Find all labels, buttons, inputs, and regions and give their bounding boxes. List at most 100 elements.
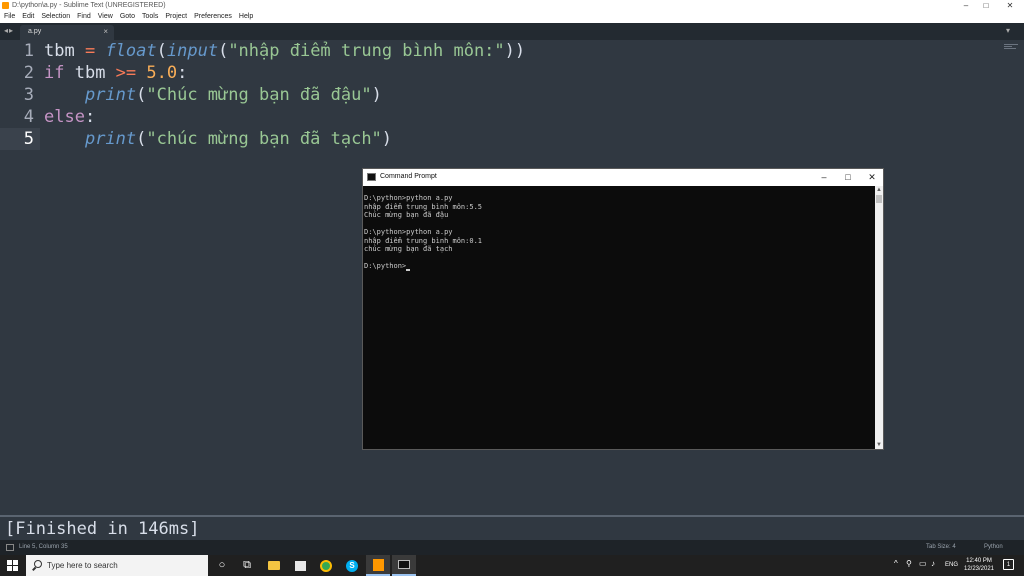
cmd-scrollbar[interactable]: ▲ ▼	[875, 186, 883, 449]
language-indicator[interactable]: ENG	[945, 562, 958, 568]
clock-time: 12:40 PM	[966, 558, 992, 564]
build-output-panel[interactable]: [Finished in 146ms]	[0, 517, 1024, 540]
token: (	[156, 41, 167, 61]
tab-a-py[interactable]: a.py ×	[20, 25, 114, 40]
maximize-button[interactable]: □	[976, 0, 996, 11]
search-placeholder: Type here to search	[47, 561, 118, 570]
scroll-down-icon[interactable]: ▼	[875, 441, 883, 449]
token: (	[136, 85, 147, 105]
task-view-icon[interactable]: ⧉	[235, 555, 259, 576]
command-prompt-window[interactable]: Command Prompt – □ ✕ D:\python>python a.…	[362, 168, 884, 450]
token: input	[166, 41, 219, 61]
windows-start-icon[interactable]	[7, 560, 18, 571]
show-hidden-icons[interactable]: ^	[894, 559, 898, 568]
file-explorer-icon[interactable]	[262, 555, 286, 576]
token: :	[177, 63, 188, 83]
token: :	[84, 107, 96, 127]
chrome-icon[interactable]	[314, 555, 338, 576]
status-bar: Line 5, Column 35 Tab Size: 4 Python	[0, 540, 1024, 555]
console-prompt-line: D:\python>	[364, 262, 874, 271]
token: else	[44, 107, 85, 127]
line-number: 2	[23, 63, 34, 83]
console-line: D:\python>python a.py	[364, 228, 453, 236]
menu-help[interactable]: Help	[239, 11, 253, 23]
token: )	[371, 85, 382, 105]
taskbar-search-box[interactable]: Type here to search	[26, 555, 208, 576]
sublime-text-taskbar-icon[interactable]	[366, 555, 390, 576]
terminal-icon	[367, 173, 376, 181]
token: print	[84, 85, 137, 105]
tab-size-selector[interactable]: Tab Size: 4	[926, 543, 956, 552]
line-number-active: 5	[0, 128, 40, 150]
syntax-selector[interactable]: Python	[984, 543, 1003, 552]
taskbar: Type here to search ○ ⧉ S ^ ⚲ ▭ ♪ ENG 12…	[0, 555, 1024, 576]
cursor-position: Line 5, Column 35	[19, 544, 68, 550]
search-icon	[34, 560, 42, 568]
token: tbm	[64, 63, 116, 83]
token: 5.0	[146, 63, 178, 83]
minimap[interactable]	[1004, 44, 1020, 50]
menu-file[interactable]: File	[4, 11, 15, 23]
volume-icon[interactable]: ♪	[931, 559, 935, 568]
token: print	[84, 129, 137, 149]
network-icon[interactable]: ⚲	[906, 559, 912, 568]
line-number: 4	[23, 107, 34, 127]
token: "nhập điểm trung bình môn:"	[228, 41, 505, 61]
console-line: D:\python>python a.py	[364, 194, 453, 202]
token: >=	[115, 63, 137, 83]
notification-center-icon[interactable]: 1	[1003, 559, 1014, 570]
menu-preferences[interactable]: Preferences	[194, 11, 232, 23]
cmd-minimize-button[interactable]: –	[815, 171, 833, 183]
token: tbm	[44, 41, 75, 61]
window-title: D:\python\a.py - Sublime Text (UNREGISTE…	[12, 2, 166, 9]
menu-edit[interactable]: Edit	[22, 11, 34, 23]
scroll-thumb[interactable]	[876, 195, 882, 203]
console-output[interactable]: D:\python>python a.py nhập điểm trung bì…	[363, 186, 875, 449]
menu-tools[interactable]: Tools	[142, 11, 158, 23]
close-button[interactable]: ✕	[1000, 0, 1020, 11]
minimize-button[interactable]: –	[956, 0, 976, 11]
code-line-1: tbm = float(input("nhập điểm trung bình …	[44, 40, 525, 62]
menu-goto[interactable]: Goto	[120, 11, 135, 23]
code-line-3: print("Chúc mừng bạn đã đậu")	[44, 84, 382, 106]
token: if	[44, 63, 65, 83]
console-line: Chúc mừng bạn đã đậu	[364, 211, 449, 219]
token: )	[381, 129, 393, 149]
token: (	[218, 41, 229, 61]
scroll-up-icon[interactable]: ▲	[875, 186, 883, 194]
panel-toggle-icon[interactable]	[6, 544, 14, 551]
token: ))	[504, 41, 526, 61]
cmd-close-button[interactable]: ✕	[863, 171, 881, 183]
token: "Chúc mừng bạn đã đậu"	[146, 85, 372, 105]
store-icon[interactable]	[288, 555, 312, 576]
cmd-title-bar[interactable]: Command Prompt – □ ✕	[363, 169, 883, 186]
taskbar-clock[interactable]: 12:40 PM 12/23/2021	[960, 557, 998, 573]
tab-nav-arrows[interactable]: ◂▸	[4, 26, 14, 35]
menu-project[interactable]: Project	[165, 11, 187, 23]
battery-icon[interactable]: ▭	[919, 559, 927, 568]
build-result-text: [Finished in 146ms]	[5, 519, 200, 539]
console-line: nhập điểm trung bình môn:0.1	[364, 236, 483, 245]
menu-selection[interactable]: Selection	[41, 11, 70, 23]
code-line-2: if tbm >= 5.0:	[44, 62, 187, 84]
command-prompt-taskbar-icon[interactable]	[392, 555, 416, 576]
token: (	[136, 129, 147, 149]
skype-icon[interactable]: S	[340, 555, 364, 576]
tab-menu-icon[interactable]: ▾	[1006, 26, 1010, 35]
tab-close-icon[interactable]: ×	[103, 27, 108, 36]
clock-date: 12/23/2021	[963, 566, 995, 572]
cmd-maximize-button[interactable]: □	[839, 171, 857, 183]
tab-bar: ◂▸ a.py × ▾	[0, 23, 1024, 40]
menu-find[interactable]: Find	[77, 11, 91, 23]
code-line-5: print("chúc mừng bạn đã tạch")	[44, 128, 392, 150]
cmd-window-title: Command Prompt	[380, 173, 437, 180]
cortana-icon[interactable]: ○	[210, 555, 234, 576]
console-prompt: D:\python>	[364, 262, 407, 270]
console-line: nhập điểm trung bình môn:5.5	[364, 202, 483, 211]
line-number: 3	[23, 85, 34, 105]
menu-view[interactable]: View	[98, 11, 113, 23]
